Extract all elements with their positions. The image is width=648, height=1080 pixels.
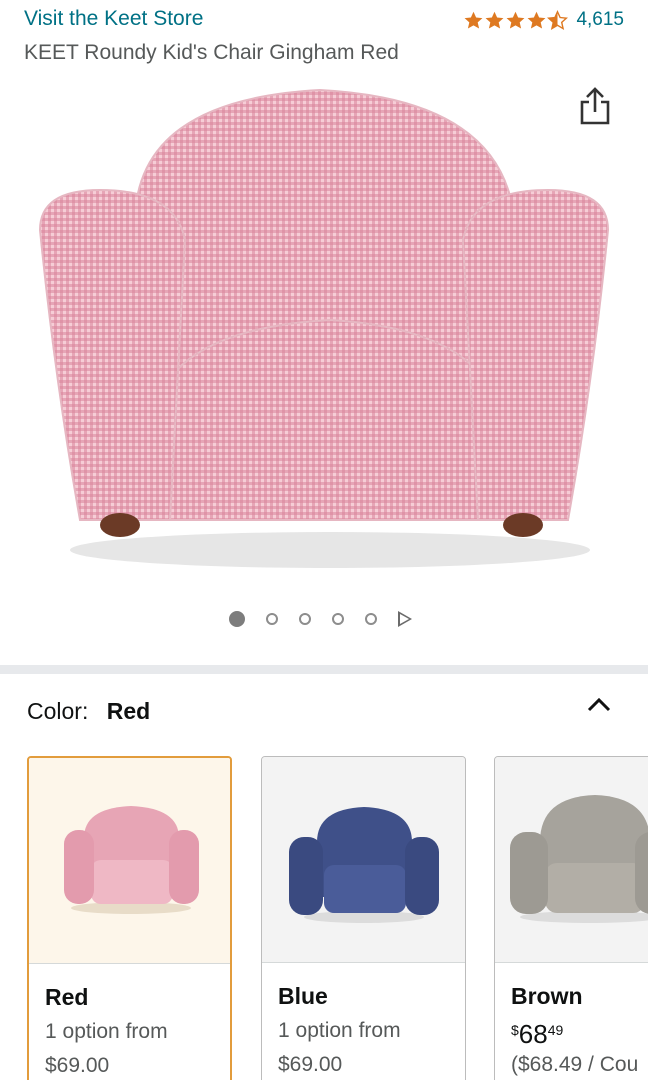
star-full-icon xyxy=(465,11,483,29)
carousel-dot-active[interactable] xyxy=(229,611,245,627)
variant-price: $69.00 xyxy=(278,1053,343,1076)
variant-name: Red xyxy=(45,984,89,1010)
color-variant-list: Red 1 option from $69.00 Blue 1 option f… xyxy=(0,756,648,1080)
variant-card-brown[interactable]: Brown $6849 ($68.49 / Cou xyxy=(494,756,648,1080)
play-video-icon[interactable] xyxy=(398,611,412,627)
rating-count[interactable]: 4,615 xyxy=(576,9,624,31)
carousel-dot[interactable] xyxy=(266,613,278,625)
star-full-icon xyxy=(486,11,504,29)
variant-options-text: 1 option from xyxy=(45,1020,168,1043)
color-selector-header[interactable]: Color: Red xyxy=(27,698,150,725)
variant-thumbnail xyxy=(29,758,230,964)
price-whole: 68 xyxy=(518,1019,548,1049)
variant-name: Blue xyxy=(278,983,328,1009)
star-rating xyxy=(463,9,569,31)
star-half-icon xyxy=(547,9,569,30)
variant-options-text: 1 option from xyxy=(278,1019,401,1042)
image-carousel-dots xyxy=(229,611,412,627)
carousel-dot[interactable] xyxy=(299,613,311,625)
visit-store-link[interactable]: Visit the Keet Store xyxy=(24,7,203,31)
rating-summary[interactable]: 4,615 xyxy=(463,9,624,31)
color-value: Red xyxy=(106,698,151,724)
product-image[interactable] xyxy=(0,80,648,590)
chair-thumbnail-brown xyxy=(510,795,648,923)
chair-thumbnail-red xyxy=(64,806,199,914)
color-label: Color: xyxy=(27,698,89,724)
chair-thumbnail-blue xyxy=(289,807,439,923)
variant-price: $69.00 xyxy=(45,1054,110,1077)
variant-thumbnail xyxy=(495,757,648,963)
variant-name: Brown xyxy=(511,983,583,1009)
star-full-icon xyxy=(528,11,546,29)
section-divider xyxy=(0,665,648,674)
variant-price: $6849 xyxy=(511,1019,563,1050)
star-full-icon xyxy=(507,11,525,29)
variant-card-blue[interactable]: Blue 1 option from $69.00 xyxy=(261,756,466,1080)
price-fraction: 49 xyxy=(547,1022,564,1038)
variant-thumbnail xyxy=(262,757,465,963)
product-title: KEET Roundy Kid's Chair Gingham Red xyxy=(24,41,399,64)
carousel-dot[interactable] xyxy=(365,613,377,625)
variant-unit-price: ($68.49 / Cou xyxy=(511,1053,639,1076)
carousel-dot[interactable] xyxy=(332,613,344,625)
price-symbol: $ xyxy=(511,1022,519,1038)
chevron-up-icon[interactable] xyxy=(586,694,612,714)
variant-card-red[interactable]: Red 1 option from $69.00 xyxy=(27,756,232,1080)
